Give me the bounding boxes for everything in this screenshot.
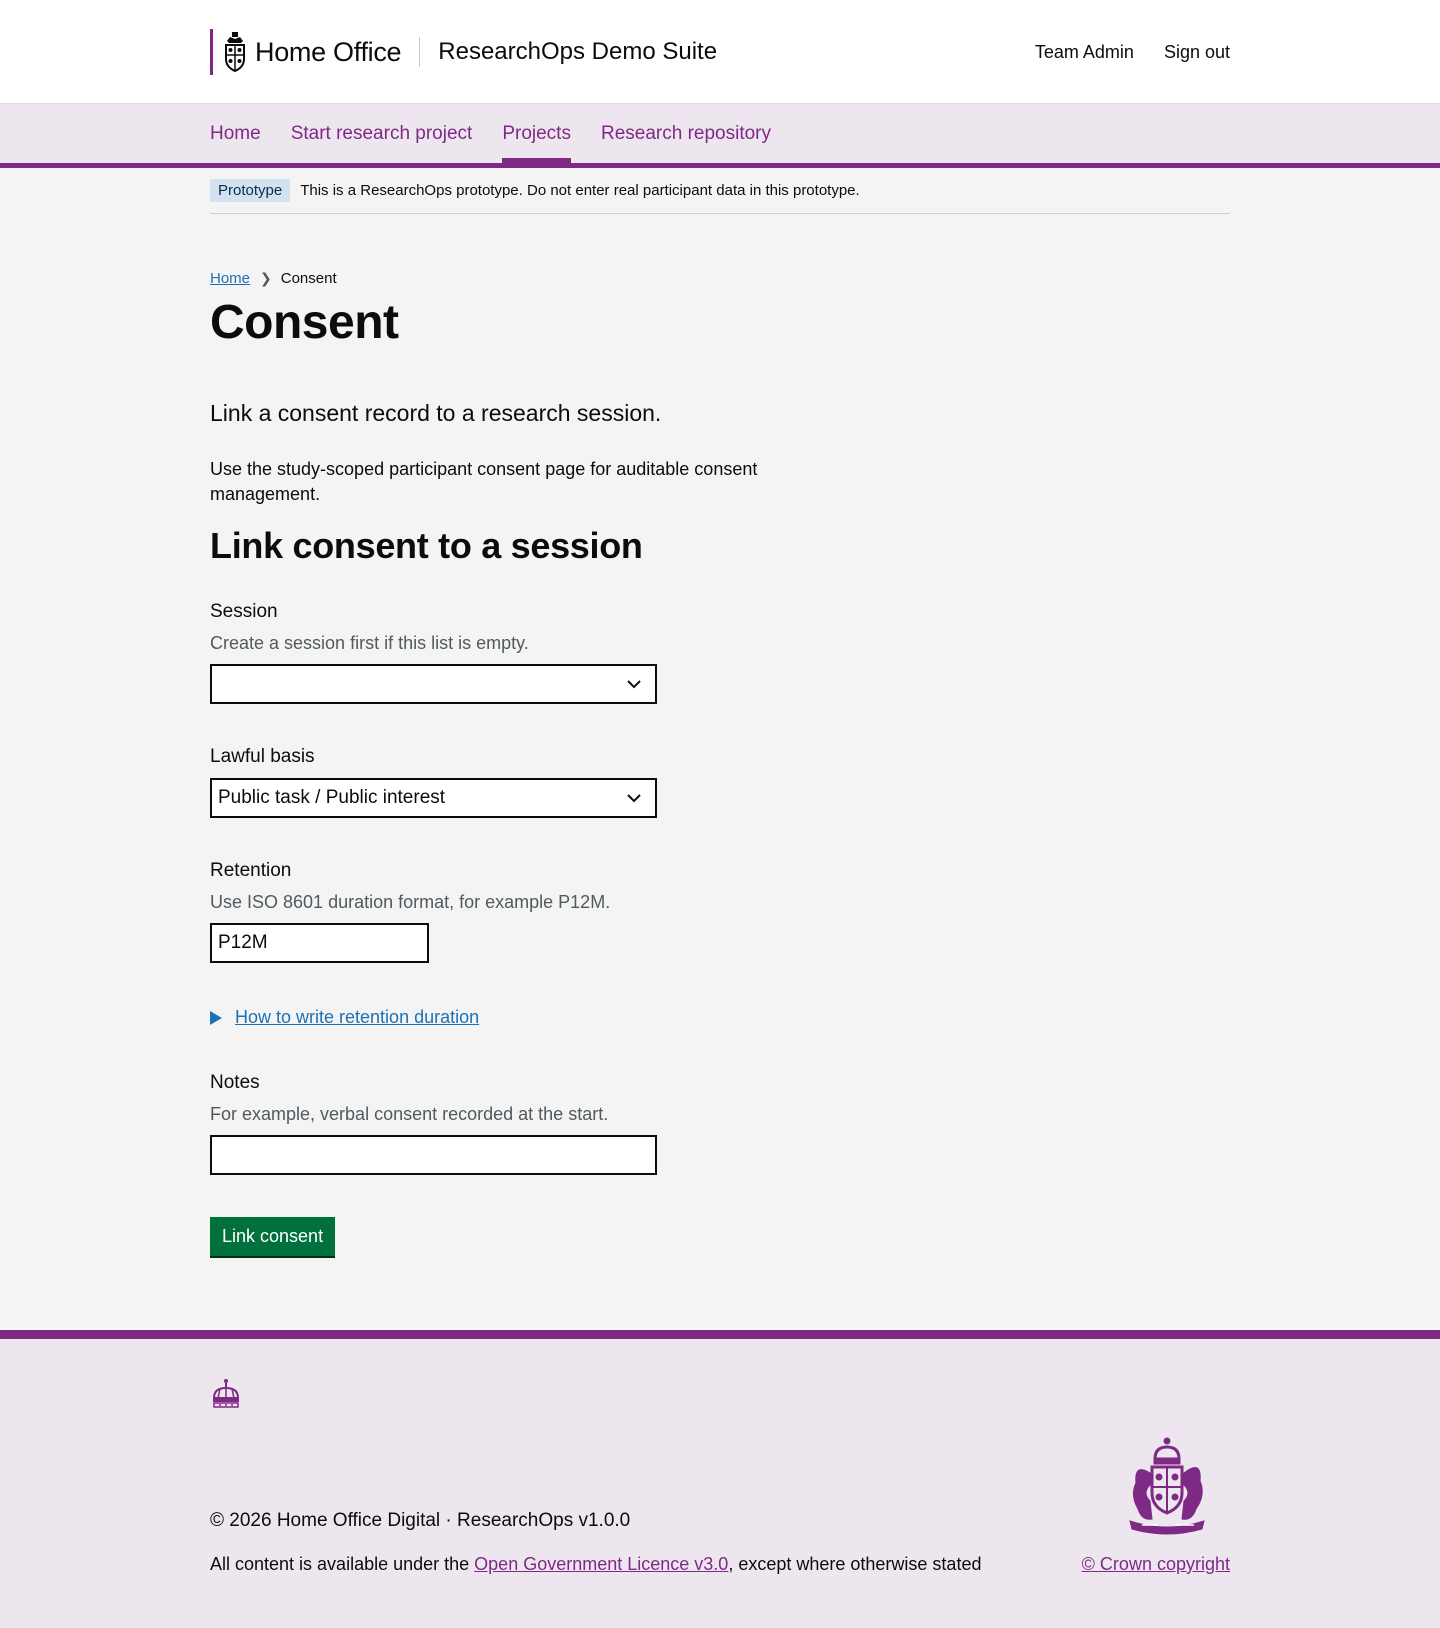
notes-hint: For example, verbal consent recorded at … bbox=[210, 1104, 609, 1125]
page-body-text: Use the study-scoped participant consent… bbox=[210, 458, 758, 504]
footer-meta: © 2026 Home Office Digital · ResearchOps… bbox=[210, 1510, 631, 1531]
service-name[interactable]: ResearchOps Demo Suite bbox=[438, 38, 717, 66]
open-government-licence-link[interactable]: Open Government Licence v3.0 bbox=[474, 1554, 728, 1574]
lawful-basis-select[interactable]: Public task / Public interest bbox=[210, 778, 657, 819]
notes-input[interactable] bbox=[210, 1135, 657, 1176]
brand-divider bbox=[419, 37, 421, 67]
retention-help-summary[interactable]: How to write retention duration bbox=[235, 1007, 479, 1028]
page-lead: Link a consent record to a research sess… bbox=[210, 399, 662, 426]
brand[interactable]: Home Office ResearchOps Demo Suite bbox=[210, 29, 717, 75]
breadcrumb-home-link[interactable]: Home bbox=[210, 270, 250, 287]
primary-navigation: Home Start research project Projects Res… bbox=[0, 104, 1440, 168]
site-header: Home Office ResearchOps Demo Suite Team … bbox=[0, 0, 1440, 104]
retention-input[interactable]: P12M bbox=[210, 923, 429, 964]
breadcrumb-current: Consent bbox=[280, 270, 337, 287]
session-hint: Create a session first if this list is e… bbox=[210, 633, 529, 654]
section-title: Link consent to a session bbox=[210, 525, 643, 567]
retention-label: Retention bbox=[210, 860, 292, 882]
crown-icon bbox=[212, 1379, 240, 1408]
footer-licence: All content is available under the Open … bbox=[210, 1554, 981, 1575]
main-container: Prototype This is a ResearchOps prototyp… bbox=[210, 168, 1230, 1257]
phase-tag: Prototype bbox=[210, 179, 291, 202]
coat-of-arms-icon bbox=[1129, 1437, 1205, 1535]
retention-help-details[interactable]: How to write retention duration bbox=[210, 1007, 1230, 1028]
notes-label: Notes bbox=[210, 1072, 260, 1094]
retention-hint: Use ISO 8601 duration format, for exampl… bbox=[210, 892, 611, 913]
page-title: Consent bbox=[210, 296, 399, 349]
phase-banner: Prototype This is a ResearchOps prototyp… bbox=[210, 168, 1230, 214]
licence-suffix: , except where otherwise stated bbox=[728, 1554, 982, 1574]
retention-input-value: P12M bbox=[218, 932, 268, 954]
triangle-right-icon bbox=[210, 1010, 222, 1025]
nav-item-start-research-project[interactable]: Start research project bbox=[291, 104, 473, 163]
lawful-basis-label: Lawful basis bbox=[210, 746, 315, 768]
nav-item-home[interactable]: Home bbox=[210, 104, 261, 163]
royal-crest-icon bbox=[225, 32, 245, 73]
lawful-basis-field: Lawful basis Public task / Public intere… bbox=[210, 746, 1230, 819]
team-admin-link[interactable]: Team Admin bbox=[1035, 42, 1134, 63]
link-consent-button[interactable]: Link consent bbox=[210, 1217, 336, 1257]
session-label: Session bbox=[210, 601, 278, 623]
org-name: Home Office bbox=[255, 36, 402, 67]
lawful-basis-select-value: Public task / Public interest bbox=[218, 787, 446, 809]
session-field: Session Create a session first if this l… bbox=[210, 601, 1230, 705]
notes-field: Notes For example, verbal consent record… bbox=[210, 1072, 1230, 1176]
chevron-down-icon bbox=[627, 680, 641, 689]
crown-copyright-link[interactable]: © Crown copyright bbox=[1082, 1554, 1230, 1575]
session-select[interactable] bbox=[210, 664, 657, 705]
header-account-links: Team Admin Sign out bbox=[1035, 42, 1230, 63]
nav-item-projects[interactable]: Projects bbox=[502, 104, 571, 163]
brand-accent-bar bbox=[210, 29, 213, 75]
breadcrumb: Home ❯ Consent bbox=[210, 270, 1230, 287]
chevron-right-icon: ❯ bbox=[260, 270, 272, 286]
retention-field: Retention Use ISO 8601 duration format, … bbox=[210, 860, 1230, 964]
licence-prefix: All content is available under the bbox=[210, 1554, 475, 1574]
phase-banner-text: This is a ResearchOps prototype. Do not … bbox=[300, 182, 860, 199]
nav-item-research-repository[interactable]: Research repository bbox=[601, 104, 771, 163]
chevron-down-icon bbox=[627, 794, 641, 803]
site-footer: © 2026 Home Office Digital · ResearchOps… bbox=[0, 1330, 1440, 1628]
sign-out-link[interactable]: Sign out bbox=[1164, 42, 1230, 63]
